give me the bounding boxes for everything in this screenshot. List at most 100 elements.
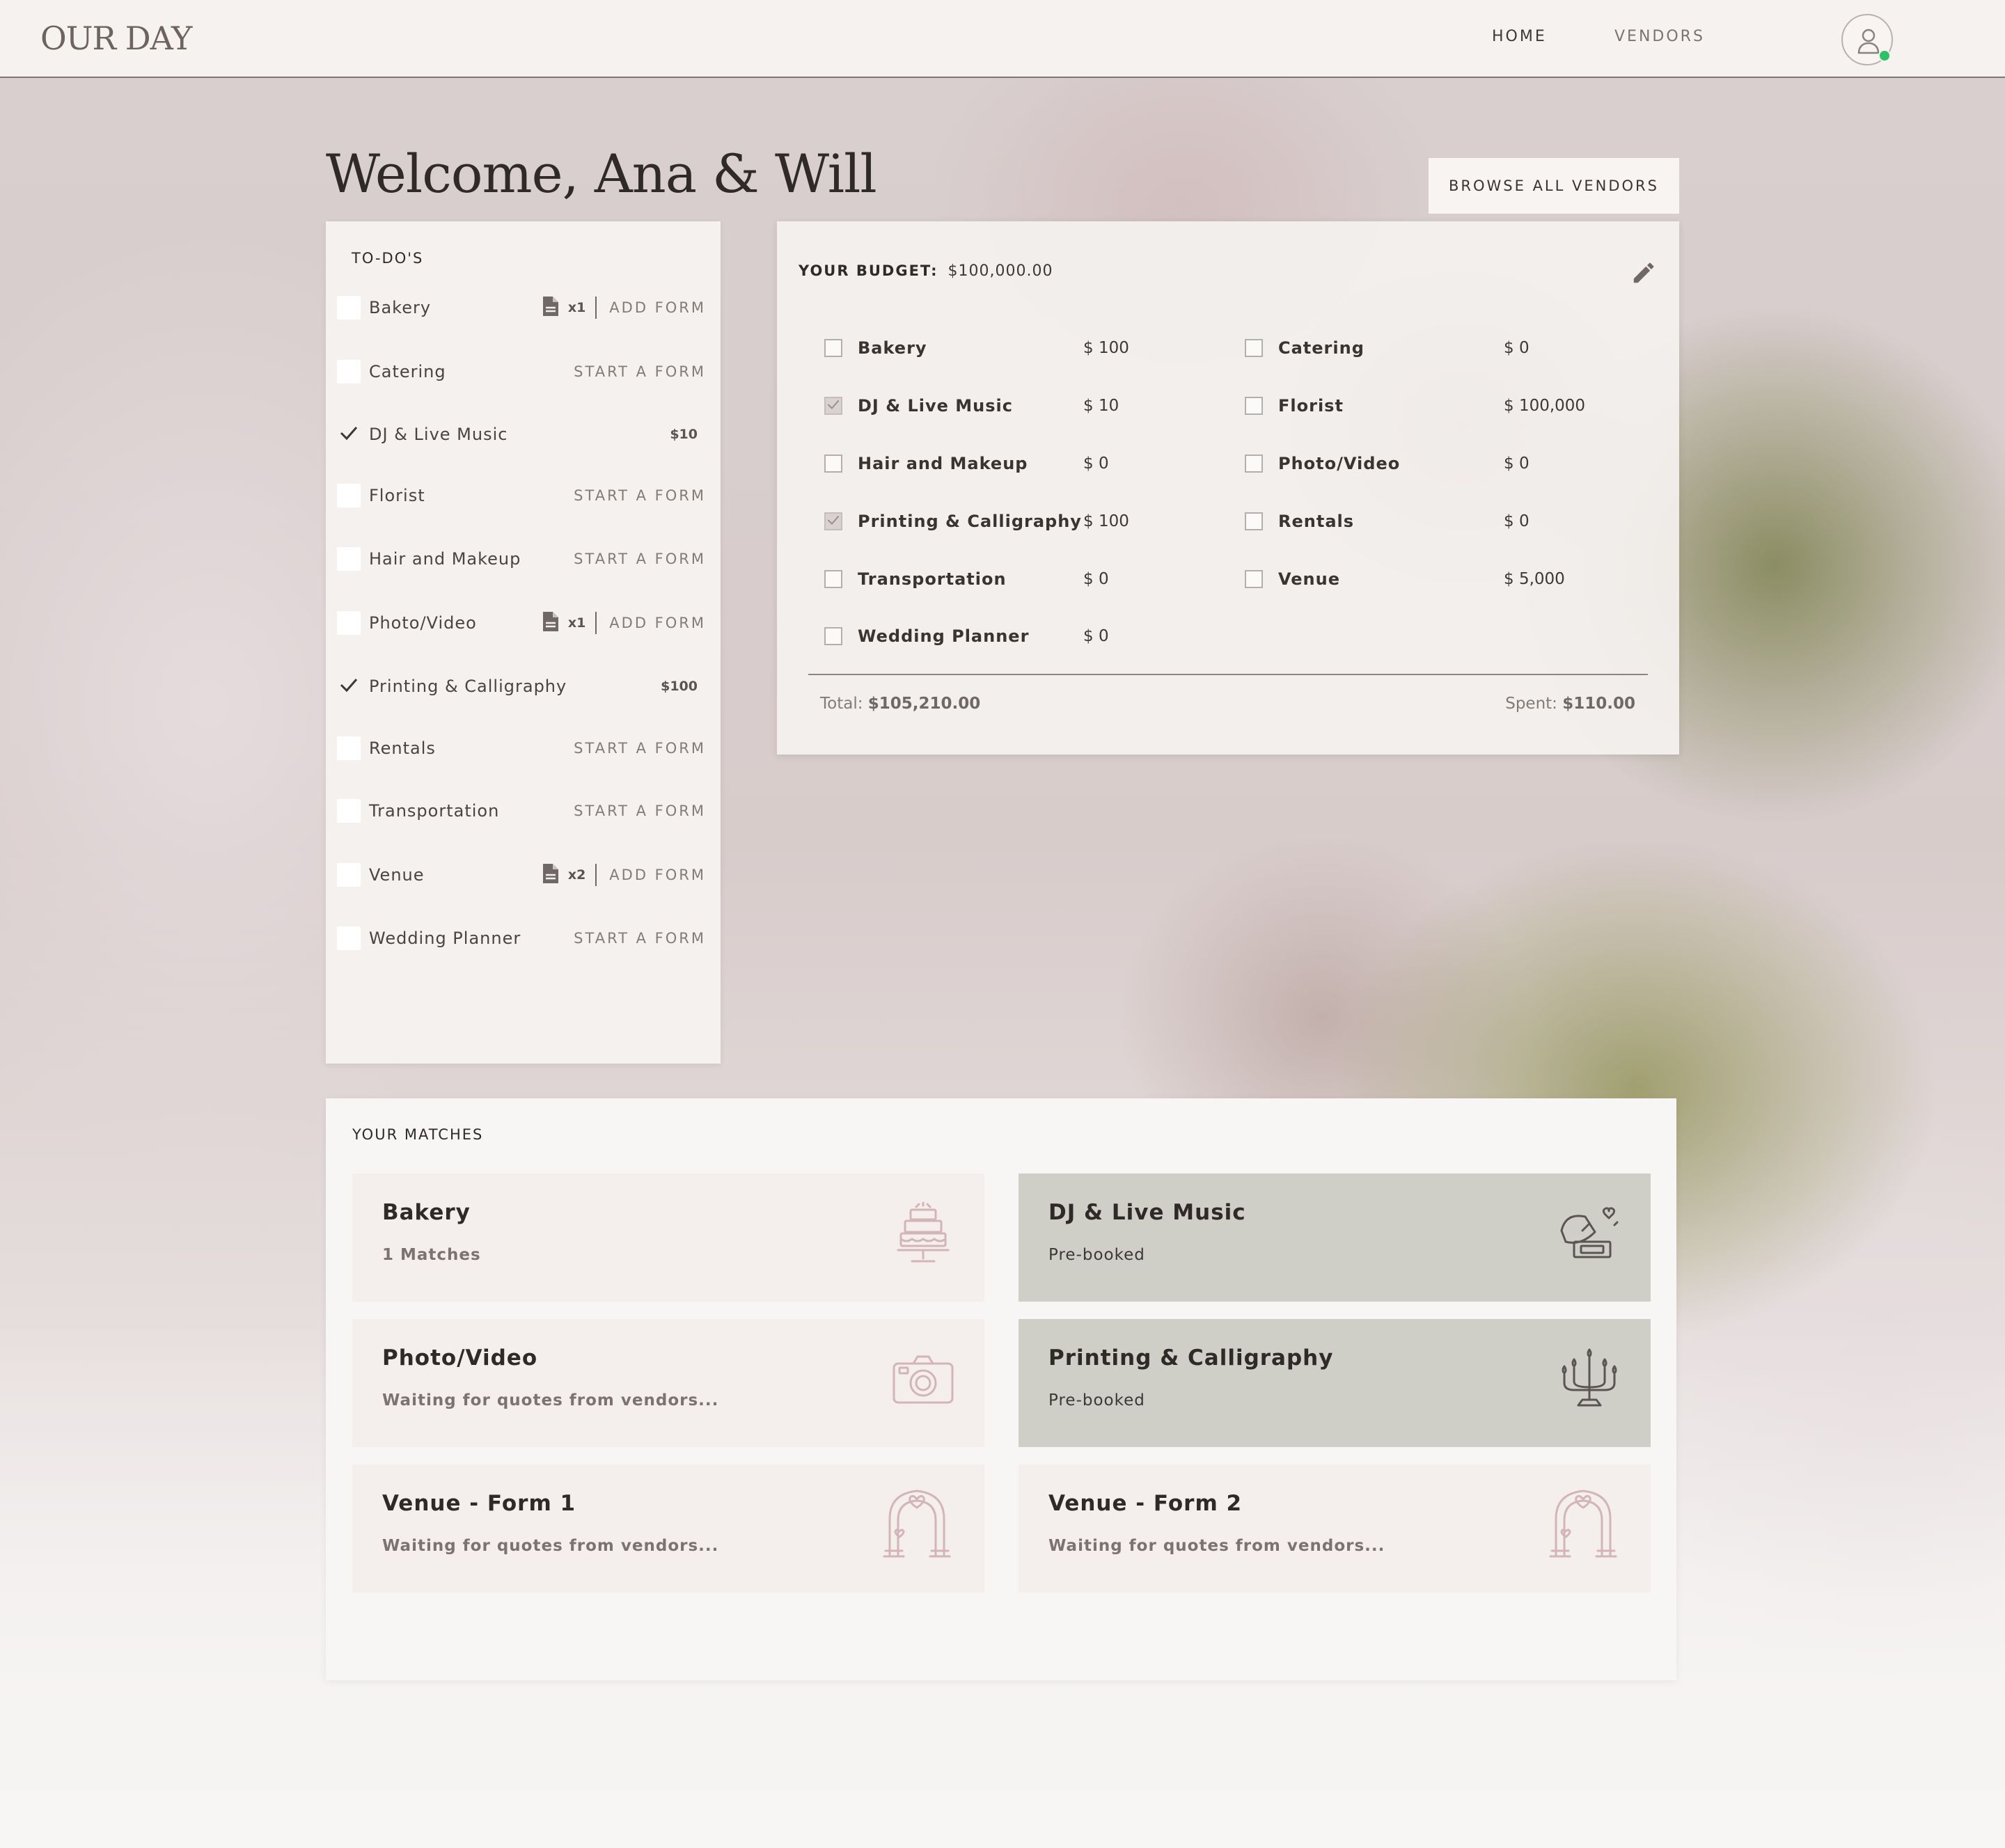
todo-item[interactable]: Wedding Planner START A FORM [337, 921, 720, 956]
start-form-link[interactable]: START A FORM [574, 930, 706, 947]
todo-item[interactable]: Photo/Video x1 ADD FORM [337, 606, 720, 640]
todo-amount: $10 [670, 427, 698, 442]
start-form-link[interactable]: START A FORM [574, 363, 706, 380]
form-meta: x1 ADD FORM [542, 610, 706, 635]
todo-item[interactable]: Venue x2 ADD FORM [337, 858, 720, 892]
todo-checkbox[interactable] [337, 799, 361, 823]
budget-checkbox[interactable] [824, 570, 842, 588]
budget-category-row: Wedding Planner $ 0 [824, 622, 1214, 650]
document-icon[interactable] [542, 862, 560, 887]
start-form-link[interactable]: START A FORM [574, 740, 706, 757]
budget-checkbox[interactable] [824, 627, 842, 645]
budget-category-amount[interactable]: $ 0 [1504, 512, 1530, 530]
budget-checkbox[interactable] [824, 512, 842, 530]
budget-category-amount[interactable]: $ 5,000 [1504, 570, 1565, 588]
budget-category-row: Photo/Video $ 0 [1245, 450, 1635, 477]
budget-checkbox[interactable] [1245, 512, 1263, 530]
browse-all-vendors-button[interactable]: BROWSE ALL VENDORS [1429, 158, 1679, 214]
budget-checkbox[interactable] [1245, 339, 1263, 357]
budget-spent-value: $110.00 [1562, 695, 1635, 713]
budget-category-row: Printing & Calligraphy $ 100 [824, 507, 1214, 535]
budget-category-amount[interactable]: $ 0 [1083, 455, 1109, 473]
start-form-link[interactable]: START A FORM [574, 803, 706, 819]
budget-checkbox[interactable] [824, 339, 842, 357]
match-card-status: 1 Matches [382, 1246, 481, 1264]
document-icon[interactable] [542, 295, 560, 320]
budget-checkbox[interactable] [1245, 455, 1263, 473]
start-form-link[interactable]: START A FORM [574, 487, 706, 504]
budget-category-amount[interactable]: $ 0 [1083, 627, 1109, 645]
budget-checkbox[interactable] [1245, 397, 1263, 415]
top-navigation-bar: OUR DAY HOME VENDORS [0, 0, 2005, 78]
match-card[interactable]: Venue - Form 2 Waiting for quotes from ve… [1019, 1464, 1651, 1593]
todo-checkbox[interactable] [337, 863, 361, 887]
todo-checkbox[interactable] [337, 422, 361, 446]
budget-category-amount[interactable]: $ 0 [1504, 339, 1530, 357]
todo-checkbox[interactable] [337, 926, 361, 950]
todo-checkbox[interactable] [337, 674, 361, 698]
budget-category-amount[interactable]: $ 0 [1504, 455, 1530, 473]
nav-home[interactable]: HOME [1492, 28, 1547, 45]
todo-item[interactable]: Rentals START A FORM [337, 731, 720, 766]
match-card[interactable]: Photo/Video Waiting for quotes from vendo… [352, 1319, 984, 1447]
budget-category-name: Wedding Planner [858, 626, 1030, 646]
edit-budget-button[interactable] [1630, 260, 1657, 289]
todo-item[interactable]: Catering START A FORM [337, 354, 720, 389]
add-form-link[interactable]: ADD FORM [609, 867, 706, 883]
budget-checkbox[interactable] [1245, 570, 1263, 588]
pencil-icon [1633, 262, 1654, 283]
arch-icon [1545, 1488, 1621, 1567]
form-count: x1 [567, 615, 586, 631]
todo-checkbox[interactable] [337, 360, 361, 384]
budget-category-amount[interactable]: $ 100,000 [1504, 397, 1585, 415]
todo-label: Catering [369, 362, 446, 381]
budget-category-name: Bakery [858, 338, 927, 358]
user-icon [1857, 29, 1880, 54]
budget-category-amount[interactable]: $ 10 [1083, 397, 1119, 415]
nav-vendors[interactable]: VENDORS [1614, 28, 1705, 45]
todo-item[interactable]: Florist START A FORM [337, 478, 720, 513]
todo-checkbox[interactable] [337, 296, 361, 319]
todo-item[interactable]: Bakery x1 ADD FORM [337, 290, 720, 325]
todo-item[interactable]: Hair and Makeup START A FORM [337, 542, 720, 576]
todo-checkbox[interactable] [337, 611, 361, 635]
todo-panel: TO-DO'S Bakery x1 ADD FORM Catering START A … [326, 221, 721, 1064]
form-meta: x2 ADD FORM [542, 862, 706, 887]
checkmark-icon [827, 399, 840, 413]
todo-label: Wedding Planner [369, 929, 521, 948]
budget-header: YOUR BUDGET: $100,000.00 [799, 262, 1053, 280]
budget-category-row: Rentals $ 0 [1245, 507, 1635, 535]
budget-checkbox[interactable] [824, 455, 842, 473]
document-icon[interactable] [542, 610, 560, 635]
budget-category-name: Hair and Makeup [858, 454, 1028, 473]
todo-item[interactable]: DJ & Live Music $10 [337, 417, 720, 452]
todo-checkbox[interactable] [337, 736, 361, 760]
budget-checkbox[interactable] [824, 397, 842, 415]
budget-category-name: Venue [1278, 569, 1340, 589]
budget-category-amount[interactable]: $ 100 [1083, 512, 1129, 530]
match-card[interactable]: DJ & Live Music Pre-booked [1019, 1174, 1651, 1302]
match-card[interactable]: Bakery 1 Matches [352, 1174, 984, 1302]
budget-category-amount[interactable]: $ 100 [1083, 339, 1129, 357]
budget-category-row: Hair and Makeup $ 0 [824, 450, 1214, 477]
budget-category-amount[interactable]: $ 0 [1083, 570, 1109, 588]
budget-value: $100,000.00 [948, 262, 1053, 280]
todo-checkbox[interactable] [337, 547, 361, 571]
add-form-link[interactable]: ADD FORM [609, 299, 706, 316]
checkmark-icon [340, 677, 358, 695]
form-meta: x1 ADD FORM [542, 295, 706, 320]
add-form-link[interactable]: ADD FORM [609, 615, 706, 631]
todo-checkbox[interactable] [337, 484, 361, 507]
site-logo[interactable]: OUR DAY [40, 19, 192, 57]
match-card[interactable]: Venue - Form 1 Waiting for quotes from ve… [352, 1464, 984, 1593]
form-count: x1 [567, 300, 586, 315]
divider [595, 297, 597, 319]
start-form-link[interactable]: START A FORM [574, 551, 706, 567]
todo-item[interactable]: Transportation START A FORM [337, 793, 720, 828]
todo-label: Florist [369, 486, 425, 505]
todo-label: Bakery [369, 298, 432, 317]
checkmark-icon [827, 514, 840, 528]
budget-category-name: Florist [1278, 396, 1344, 416]
todo-item[interactable]: Printing & Calligraphy $100 [337, 669, 720, 704]
match-card[interactable]: Printing & Calligraphy Pre-booked [1019, 1319, 1651, 1447]
